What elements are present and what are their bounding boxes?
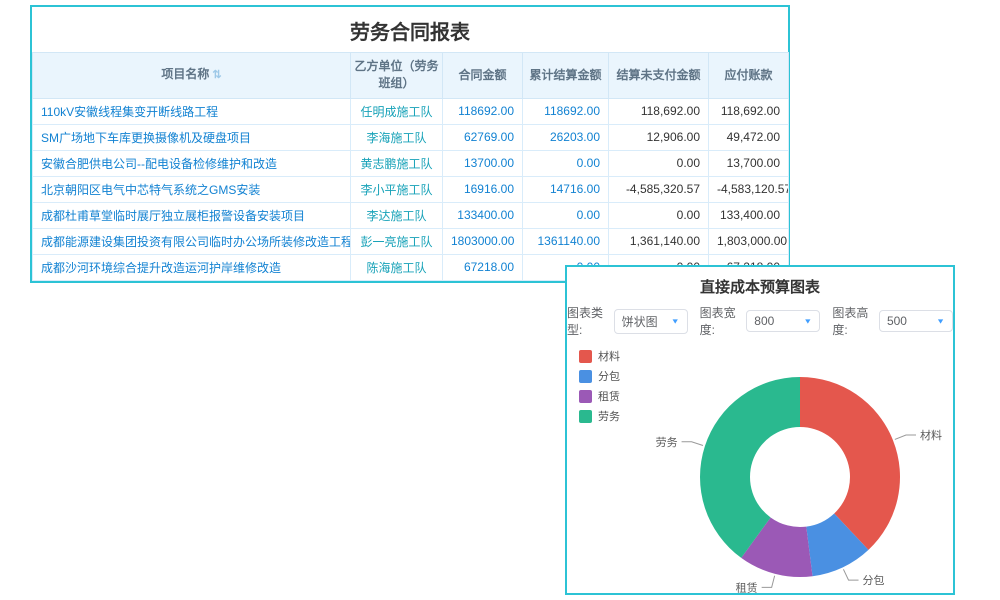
labor-contract-report-panel: 劳务合同报表 项目名称⇅ 乙方单位（劳务班组） 合同金额 累计结算金额 结算未支… [30,5,790,283]
settled-amount-cell: 0.00 [523,150,609,176]
chart-type-label: 图表类型: [567,304,610,338]
chart-width-control: 图表宽度: 800 ▼ [700,304,821,338]
pie-label-line [762,576,775,588]
chevron-down-icon: ▼ [936,317,945,325]
contract-amount-cell: 133400.00 [443,202,523,228]
contract-amount-cell: 67218.00 [443,254,523,280]
unpaid-amount-cell: 0.00 [609,150,709,176]
project-name-link[interactable]: 安徽合肥供电公司--配电设备检修维护和改造 [33,150,351,176]
team-cell: 陈海施工队 [351,254,443,280]
payable-cell: 133,400.00 [709,202,789,228]
pie-chart-area: 材料分包 租赁 劳务 材料分包 租赁 劳务 [567,344,953,600]
chart-height-control: 图表高度: 500 ▼ [832,304,953,338]
pie-label-line [843,569,858,580]
settled-amount-cell: 1361140.00 [523,228,609,254]
cost-budget-chart-panel: 直接成本预算图表 图表类型: 饼状图 ▼ 图表宽度: 800 ▼ 图表高度: 5… [565,265,955,595]
settled-amount-cell: 14716.00 [523,176,609,202]
chart-title: 直接成本预算图表 [567,267,953,302]
contract-amount-cell: 62769.00 [443,124,523,150]
chart-type-control: 图表类型: 饼状图 ▼ [567,304,688,338]
sort-icon[interactable]: ⇅ [212,69,221,81]
settled-amount-cell: 26203.00 [523,124,609,150]
pie-label-line [682,442,703,446]
unpaid-amount-cell: 1,361,140.00 [609,228,709,254]
page: 劳务合同报表 项目名称⇅ 乙方单位（劳务班组） 合同金额 累计结算金额 结算未支… [0,0,1000,600]
chart-controls: 图表类型: 饼状图 ▼ 图表宽度: 800 ▼ 图表高度: 500 ▼ [567,302,953,344]
unpaid-amount-cell: 12,906.00 [609,124,709,150]
team-cell: 李小平施工队 [351,176,443,202]
contract-amount-cell: 13700.00 [443,150,523,176]
chart-height-value: 500 [887,314,907,328]
team-cell: 李达施工队 [351,202,443,228]
payable-cell: -4,583,120.57 [709,176,789,202]
project-name-link[interactable]: 110kV安徽线程集变开断线路工程 [33,98,351,124]
table-row: 北京朝阳区电气中芯特气系统之GMS安装 李小平施工队 16916.00 1471… [33,176,789,202]
col-header-settled-amount: 累计结算金额 [523,53,609,99]
chart-width-label: 图表宽度: [700,304,743,338]
chevron-down-icon: ▼ [803,317,812,325]
table-row: 110kV安徽线程集变开断线路工程 任明成施工队 118692.00 11869… [33,98,789,124]
unpaid-amount-cell: 118,692.00 [609,98,709,124]
pie-label-line [895,435,916,439]
col-header-project-name[interactable]: 项目名称⇅ [33,53,351,99]
project-name-link[interactable]: 成都杜甫草堂临时展厅独立展柜报警设备安装项目 [33,202,351,228]
chart-width-select[interactable]: 800 ▼ [746,310,820,332]
chart-type-value: 饼状图 [622,313,658,330]
pie-label: 分包 [863,574,885,587]
unpaid-amount-cell: -4,585,320.57 [609,176,709,202]
col-header-payable: 应付账款 [709,53,789,99]
chart-height-label: 图表高度: [832,304,875,338]
settled-amount-cell: 118692.00 [523,98,609,124]
col-header-unpaid-amount: 结算未支付金额 [609,53,709,99]
settled-amount-cell: 0.00 [523,202,609,228]
payable-cell: 1,803,000.00 [709,228,789,254]
team-cell: 彭一亮施工队 [351,228,443,254]
chart-type-select[interactable]: 饼状图 ▼ [614,309,688,334]
payable-cell: 49,472.00 [709,124,789,150]
pie-slice[interactable] [800,377,900,550]
pie-label: 劳务 [656,436,678,449]
report-table: 项目名称⇅ 乙方单位（劳务班组） 合同金额 累计结算金额 结算未支付金额 应付账… [32,52,789,281]
chart-height-select[interactable]: 500 ▼ [879,310,953,332]
table-header-row: 项目名称⇅ 乙方单位（劳务班组） 合同金额 累计结算金额 结算未支付金额 应付账… [33,53,789,99]
team-cell: 李海施工队 [351,124,443,150]
contract-amount-cell: 1803000.00 [443,228,523,254]
chevron-down-icon: ▼ [671,317,680,325]
team-cell: 黄志鹏施工队 [351,150,443,176]
unpaid-amount-cell: 0.00 [609,202,709,228]
col-header-contract-amount: 合同金额 [443,53,523,99]
project-name-link[interactable]: 北京朝阳区电气中芯特气系统之GMS安装 [33,176,351,202]
contract-amount-cell: 16916.00 [443,176,523,202]
donut-chart: 材料分包 租赁 劳务 [567,344,953,600]
table-row: 成都杜甫草堂临时展厅独立展柜报警设备安装项目 李达施工队 133400.00 0… [33,202,789,228]
team-cell: 任明成施工队 [351,98,443,124]
table-row: 成都能源建设集团投资有限公司临时办公场所装修改造工程EPC 彭一亮施工队 180… [33,228,789,254]
payable-cell: 13,700.00 [709,150,789,176]
col-header-team: 乙方单位（劳务班组） [351,53,443,99]
project-name-link[interactable]: SM广场地下车库更换摄像机及硬盘项目 [33,124,351,150]
table-row: 安徽合肥供电公司--配电设备检修维护和改造 黄志鹏施工队 13700.00 0.… [33,150,789,176]
table-row: SM广场地下车库更换摄像机及硬盘项目 李海施工队 62769.00 26203.… [33,124,789,150]
contract-amount-cell: 118692.00 [443,98,523,124]
report-title: 劳务合同报表 [32,7,788,52]
project-name-link[interactable]: 成都能源建设集团投资有限公司临时办公场所装修改造工程EPC [33,228,351,254]
payable-cell: 118,692.00 [709,98,789,124]
chart-width-value: 800 [754,314,774,328]
col-header-label: 项目名称 [161,67,209,81]
project-name-link[interactable]: 成都沙河环境综合提升改造运河护岸维修改造 [33,254,351,280]
pie-label: 租赁 [736,580,758,594]
pie-label: 材料 [920,428,942,442]
